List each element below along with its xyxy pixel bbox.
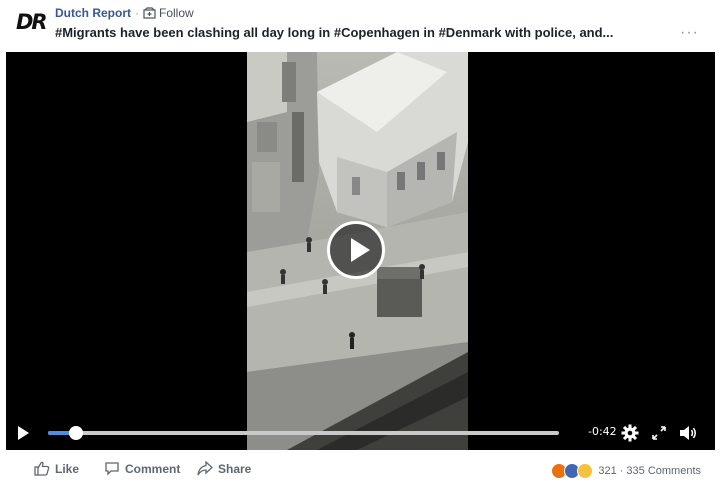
post-actions: Like Comment Share 321 · 335 Comments: [0, 455, 721, 483]
share-button[interactable]: Share: [197, 461, 251, 476]
like-label: Like: [55, 461, 80, 476]
comment-icon: [105, 462, 119, 476]
post-title[interactable]: #Migrants have been clashing all day lon…: [55, 25, 665, 40]
reactions-separator: ·: [619, 465, 624, 477]
progress-knob[interactable]: [69, 426, 84, 440]
progress-bar[interactable]: [48, 426, 559, 440]
volume-icon[interactable]: [678, 424, 698, 442]
reactions-summary[interactable]: 321 · 335 Comments: [551, 463, 701, 479]
page-name-link[interactable]: Dutch Report: [55, 6, 131, 20]
gear-icon[interactable]: [621, 424, 639, 442]
video-player[interactable]: -0:42: [6, 52, 715, 450]
share-label: Share: [218, 461, 252, 476]
more-options-icon[interactable]: ···: [680, 24, 699, 42]
wow-reaction-icon: [577, 463, 594, 479]
page-line: Dutch Report · Follow: [55, 5, 194, 21]
comments-count[interactable]: 335 Comments: [626, 465, 701, 477]
comment-button[interactable]: Comment: [104, 461, 180, 476]
reaction-count[interactable]: 321: [598, 465, 616, 477]
like-button[interactable]: Like: [34, 461, 79, 476]
page-logo[interactable]: DR: [16, 9, 48, 35]
follow-button[interactable]: Follow: [143, 6, 194, 20]
video-controls: -0:42: [6, 416, 715, 450]
thumbs-up-icon: [34, 461, 50, 476]
play-icon[interactable]: [18, 426, 29, 440]
post-header: DR Dutch Report · Follow #Migrants have …: [0, 0, 721, 52]
separator-dot: ·: [135, 6, 139, 20]
fullscreen-icon[interactable]: [651, 425, 667, 441]
time-remaining: -0:42: [588, 425, 617, 438]
share-icon: [197, 461, 213, 476]
follow-label: Follow: [159, 6, 194, 20]
comment-label: Comment: [125, 461, 181, 476]
follow-icon: [143, 7, 156, 19]
play-overlay-button[interactable]: [327, 221, 385, 279]
